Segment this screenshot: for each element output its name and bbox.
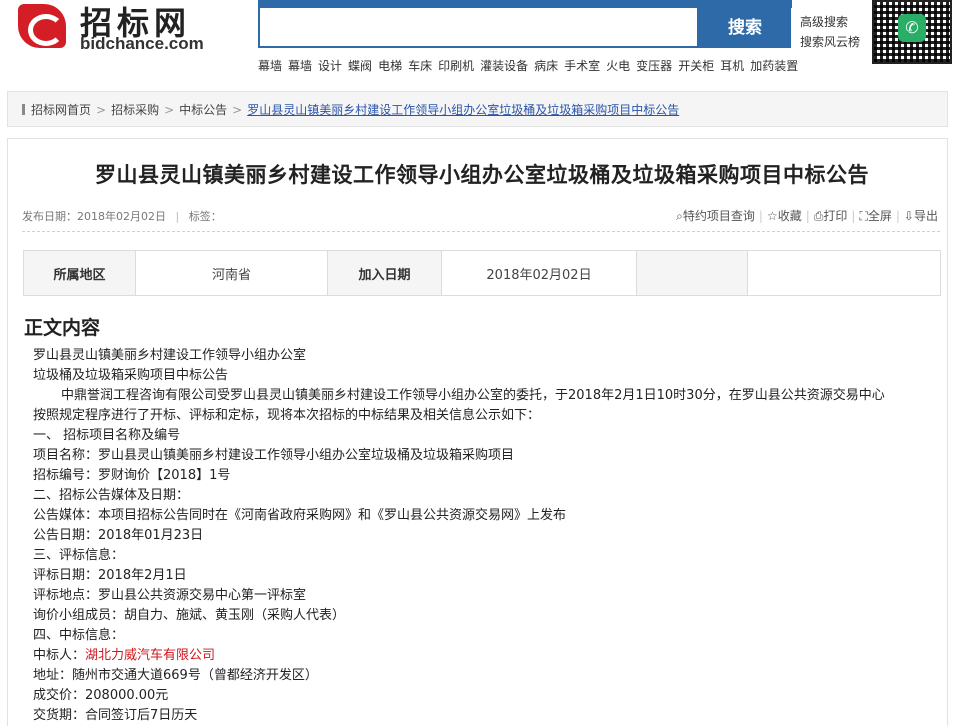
- breadcrumb-current[interactable]: 罗山县灵山镇美丽乡村建设工作领导小组办公室垃圾桶及垃圾箱采购项目中标公告: [247, 103, 679, 117]
- search-tabs-bar: [258, 0, 792, 8]
- body-line: 项目名称：罗山县灵山镇美丽乡村建设工作领导小组办公室垃圾桶及垃圾箱采购项目: [33, 448, 515, 463]
- favorite-button[interactable]: 收藏: [778, 209, 802, 223]
- body-line: 四、中标信息：: [33, 628, 125, 643]
- fullscreen-button[interactable]: 全屏: [868, 209, 892, 223]
- body-line: 二、招标公告媒体及日期：: [33, 488, 190, 503]
- tool-separator: |: [895, 209, 900, 223]
- keyword-link[interactable]: 幕墙: [258, 59, 282, 73]
- body-line: 询价小组成员：胡自力、施斌、黄玉刚（采购人代表）: [33, 608, 346, 623]
- region-value: 河南省: [135, 250, 328, 296]
- body-line: 三、评标信息：: [33, 548, 125, 563]
- body-line: 评标日期：2018年2月1日: [33, 568, 187, 583]
- breadcrumb: 招标网首页 > 招标采购 > 中标公告 > 罗山县灵山镇美丽乡村建设工作领导小组办公室垃圾桶…: [22, 101, 679, 118]
- tags-label: 标签：: [188, 210, 222, 223]
- keyword-link[interactable]: 耳机: [720, 59, 744, 73]
- export-button[interactable]: 导出: [914, 209, 938, 223]
- search-ranking-link[interactable]: 搜索风云榜: [800, 32, 860, 52]
- search-icon: ⌕: [676, 209, 683, 223]
- keyword-link[interactable]: 手术室: [564, 59, 600, 73]
- winner-label: 中标人：: [33, 648, 86, 663]
- breadcrumb-home[interactable]: 招标网首页: [31, 103, 91, 117]
- body-line: 成交价：208000.00元: [33, 688, 169, 703]
- search-links: 高级搜索 搜索风云榜: [800, 12, 860, 52]
- keyword-link[interactable]: 火电: [606, 59, 630, 73]
- export-icon: ⇩: [903, 209, 914, 223]
- body-line: 地址：随州市交通大道669号（曾都经济开发区）: [33, 668, 318, 683]
- print-button[interactable]: 打印: [823, 209, 847, 223]
- date-value: 2018年02月02日: [441, 250, 637, 296]
- site-logo[interactable]: 招标网 bidchance.com: [18, 2, 228, 53]
- keyword-link[interactable]: 设计: [318, 59, 342, 73]
- keyword-link[interactable]: 加药装置: [750, 59, 798, 73]
- breadcrumb-separator: >: [232, 103, 243, 117]
- breadcrumb-separator: >: [164, 103, 175, 117]
- keyword-link[interactable]: 电梯: [378, 59, 402, 73]
- body-line: 评标地点：罗山县公共资源交易中心第一评标室: [33, 588, 307, 603]
- keyword-link[interactable]: 开关柜: [678, 59, 714, 73]
- search-button[interactable]: 搜索: [699, 8, 791, 48]
- body-line: 一、 招标项目名称及编号: [33, 428, 181, 443]
- keyword-link[interactable]: 蝶阀: [348, 59, 372, 73]
- body-line: 公告媒体：本项目招标公告同时在《河南省政府采购网》和《罗山县公共资源交易网》上发…: [33, 508, 567, 523]
- body-line: 中标人：湖北力威汽车有限公司: [33, 646, 933, 666]
- breadcrumb-marker: [22, 104, 25, 115]
- breadcrumb-item-award[interactable]: 中标公告: [179, 103, 227, 117]
- logo-text-en: bidchance.com: [80, 34, 204, 53]
- empty-label-cell: [636, 250, 748, 296]
- tool-separator: |: [758, 209, 763, 223]
- article-body: 罗山县灵山镇美丽乡村建设工作领导小组办公室 垃圾桶及垃圾箱采购项目中标公告 中鼎…: [33, 346, 933, 726]
- keyword-link[interactable]: 幕墙: [288, 59, 312, 73]
- keyword-link[interactable]: 车床: [408, 59, 432, 73]
- special-query-link[interactable]: 特约项目查询: [683, 209, 755, 223]
- date-label: 加入日期: [327, 250, 442, 296]
- star-icon: ☆: [766, 209, 778, 223]
- info-table: 所属地区 河南省 加入日期 2018年02月02日: [23, 250, 941, 296]
- page-title: 罗山县灵山镇美丽乡村建设工作领导小组办公室垃圾桶及垃圾箱采购项目中标公告: [95, 163, 869, 187]
- tool-separator: |: [851, 209, 856, 223]
- meta-separator: |: [175, 210, 180, 223]
- section-title: 正文内容: [24, 317, 101, 339]
- empty-value-cell: [747, 250, 941, 296]
- logo-mark-icon: [18, 4, 66, 48]
- breadcrumb-separator: >: [96, 103, 107, 117]
- winner-company-link[interactable]: 湖北力威汽车有限公司: [85, 648, 215, 663]
- body-line: 交货期：合同签订后7日历天: [33, 708, 198, 723]
- keyword-link[interactable]: 印刷机: [438, 59, 474, 73]
- region-label: 所属地区: [23, 250, 136, 296]
- body-line: 中鼎誉润工程咨询有限公司受罗山县灵山镇美丽乡村建设工作领导小组办公室的委托，于2…: [61, 388, 885, 403]
- keyword-link[interactable]: 病床: [534, 59, 558, 73]
- article-meta: 发布日期：2018年02月02日 | 标签：: [22, 208, 222, 224]
- search-input[interactable]: [258, 8, 699, 48]
- article-tools: ⌕特约项目查询 | ☆收藏 | ⎙打印 | ⛶全屏 | ⇩导出: [676, 207, 938, 224]
- hot-keywords: 幕墙 幕墙 设计 蝶阀 电梯 车床 印刷机 灌装设备 病床 手术室 火电 变压器 开关柜 耳机 加药装置: [258, 57, 804, 74]
- tool-separator: |: [805, 209, 810, 223]
- breadcrumb-item-procurement[interactable]: 招标采购: [111, 103, 159, 117]
- body-line: 招标编号：罗财询价【2018】1号: [33, 468, 231, 483]
- keyword-link[interactable]: 变压器: [636, 59, 672, 73]
- advanced-search-link[interactable]: 高级搜索: [800, 12, 860, 32]
- body-line: 垃圾桶及垃圾箱采购项目中标公告: [33, 368, 229, 383]
- divider: [22, 231, 940, 232]
- publish-date: 发布日期：2018年02月02日: [22, 210, 166, 223]
- wechat-icon: ✆: [898, 14, 926, 42]
- body-line: 罗山县灵山镇美丽乡村建设工作领导小组办公室: [33, 348, 307, 363]
- breadcrumb-bar: 招标网首页 > 招标采购 > 中标公告 > 罗山县灵山镇美丽乡村建设工作领导小组办公室垃圾桶…: [7, 91, 948, 127]
- body-line: 公告日期：2018年01月23日: [33, 528, 204, 543]
- body-line: 按照规定程序进行了开标、评标和定标，现将本次招标的中标结果及相关信息公示如下：: [33, 408, 541, 423]
- fullscreen-icon: ⛶: [859, 209, 868, 223]
- keyword-link[interactable]: 灌装设备: [480, 59, 528, 73]
- print-icon: ⎙: [813, 209, 824, 223]
- table-row: 所属地区 河南省 加入日期 2018年02月02日: [23, 250, 941, 296]
